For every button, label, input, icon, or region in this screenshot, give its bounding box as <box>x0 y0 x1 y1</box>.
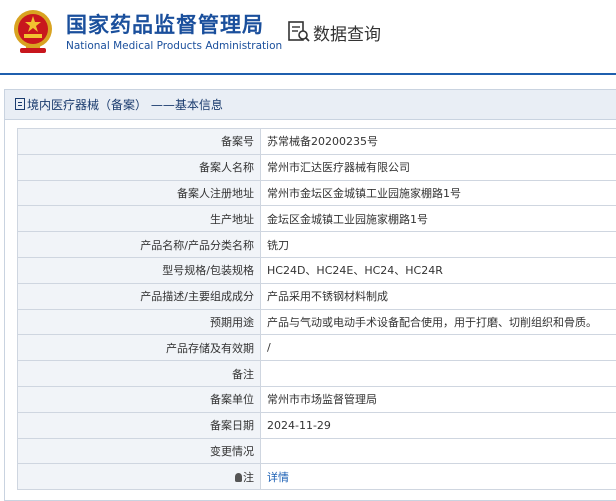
table-row: 备案单位 常州市市场监督管理局 <box>17 385 616 413</box>
row-label: 产品描述/主要组成成分 <box>17 282 261 310</box>
table-row: 变更情况 <box>17 437 616 465</box>
panel-title-text: 境内医疗器械（备案） ——基本信息 <box>27 98 223 112</box>
row-label: 产品存储及有效期 <box>17 334 261 362</box>
lightbulb-icon <box>235 472 242 482</box>
row-value <box>260 360 616 387</box>
table-row: 预期用途 产品与气动或电动手术设备配合使用，用于打磨、切削组织和骨质。 <box>17 308 616 336</box>
panel-title: 境内医疗器械（备案） ——基本信息 <box>5 90 616 120</box>
row-value: 常州市汇达医疗器械有限公司 <box>260 153 616 181</box>
data-query-link[interactable]: 数据查询 <box>313 20 381 45</box>
table-row: 型号规格/包装规格 HC24D、HC24E、HC24、HC24R <box>17 256 616 284</box>
table-row: 产品名称/产品分类名称 铣刀 <box>17 231 616 258</box>
org-name-en: National Medical Products Administration <box>66 40 283 52</box>
detail-panel: 境内医疗器械（备案） ——基本信息 备案号 苏常械备20200235号 备案人名称… <box>4 89 616 501</box>
row-label: 备案人注册地址 <box>17 179 261 207</box>
row-label: 型号规格/包装规格 <box>17 256 261 284</box>
table-row: 备案人注册地址 常州市金坛区金城镇工业园施家棚路1号 <box>17 179 616 207</box>
row-value: HC24D、HC24E、HC24、HC24R <box>260 256 616 284</box>
row-label: 备案日期 <box>17 411 261 439</box>
row-value: 铣刀 <box>260 231 616 258</box>
row-value: 产品采用不锈钢材料制成 <box>260 282 616 310</box>
note-label: 注 <box>243 470 254 484</box>
header-divider <box>0 73 616 75</box>
table-row: 产品存储及有效期 / <box>17 334 616 362</box>
table-row: 备案日期 2024-11-29 <box>17 411 616 439</box>
data-query-icon <box>288 21 310 42</box>
row-label-note: 注 <box>17 463 261 491</box>
table-row: 注详情 <box>17 463 616 491</box>
row-value: 苏常械备20200235号 <box>260 128 616 155</box>
row-label: 备案人名称 <box>17 153 261 181</box>
document-icon <box>15 98 25 110</box>
row-value: 常州市市场监督管理局 <box>260 385 616 413</box>
org-name-cn: 国家药品监督管理局 <box>66 13 264 37</box>
site-header: 国家药品监督管理局 National Medical Products Admi… <box>0 0 616 75</box>
table-row: 备案号 苏常械备20200235号 <box>17 128 616 155</box>
table-row: 备注 <box>17 360 616 387</box>
row-label: 备案单位 <box>17 385 261 413</box>
row-label: 产品名称/产品分类名称 <box>17 231 261 258</box>
national-emblem-icon <box>14 10 52 53</box>
row-label: 生产地址 <box>17 205 261 233</box>
row-value: 产品与气动或电动手术设备配合使用，用于打磨、切削组织和骨质。 <box>260 308 616 336</box>
table-row: 产品描述/主要组成成分 产品采用不锈钢材料制成 <box>17 282 616 310</box>
row-value: 金坛区金城镇工业园施家棚路1号 <box>260 205 616 233</box>
row-value: 详情 <box>260 463 616 491</box>
row-value: 2024-11-29 <box>260 411 616 439</box>
row-label: 预期用途 <box>17 308 261 336</box>
row-label: 备注 <box>17 360 261 387</box>
table-row: 生产地址 金坛区金城镇工业园施家棚路1号 <box>17 205 616 233</box>
row-label: 备案号 <box>17 128 261 155</box>
table-row: 备案人名称 常州市汇达医疗器械有限公司 <box>17 153 616 181</box>
row-value <box>260 437 616 465</box>
row-value: 常州市金坛区金城镇工业园施家棚路1号 <box>260 179 616 207</box>
details-link[interactable]: 详情 <box>267 471 289 484</box>
row-label: 变更情况 <box>17 437 261 465</box>
row-value: / <box>260 334 616 362</box>
detail-table: 备案号 苏常械备20200235号 备案人名称 常州市汇达医疗器械有限公司 备案人注… <box>17 128 616 491</box>
